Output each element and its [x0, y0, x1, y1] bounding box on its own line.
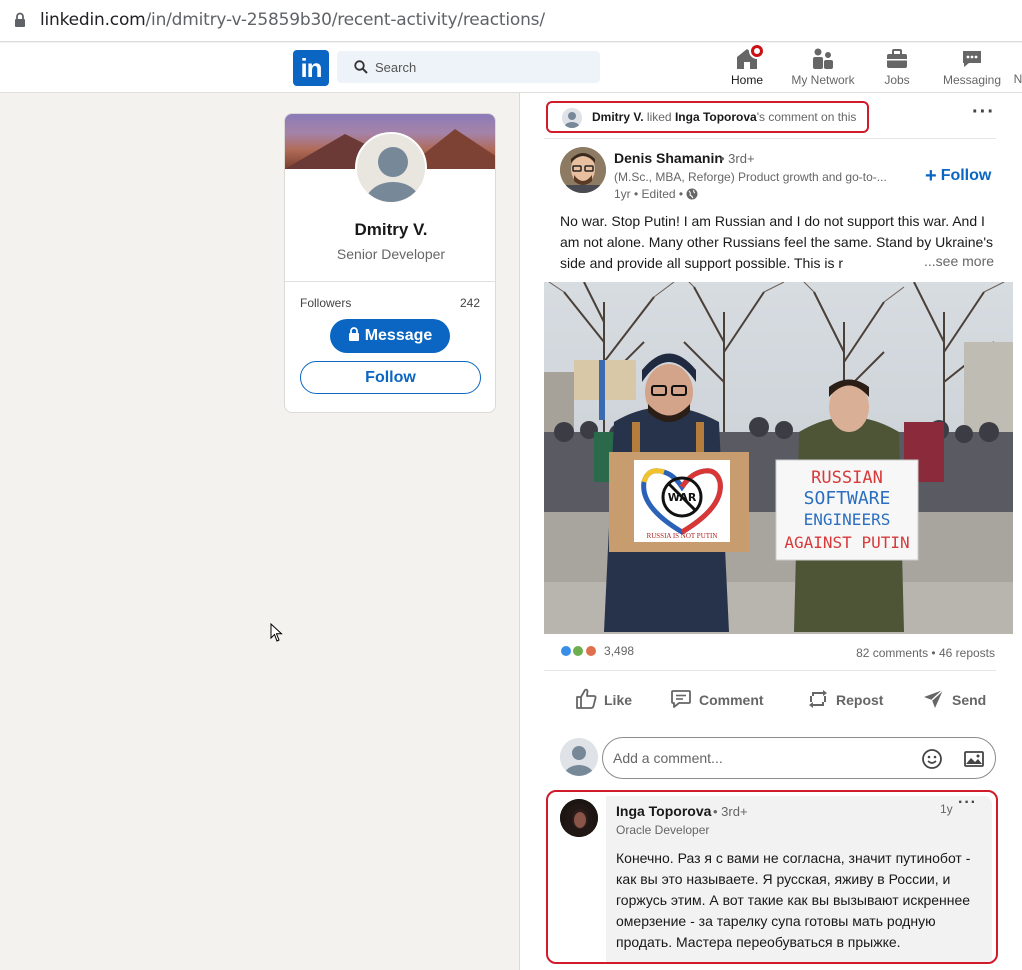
current-user-avatar[interactable]	[560, 738, 598, 776]
nav-messaging[interactable]: Messaging	[940, 45, 1004, 87]
profile-avatar[interactable]	[355, 132, 427, 204]
repost-label: Repost	[836, 692, 884, 708]
comment-input[interactable]: Add a comment...	[602, 737, 996, 779]
more-options-icon[interactable]: ···	[972, 101, 995, 124]
nav-my-network[interactable]: My Network	[786, 45, 860, 87]
nav-notifications-cut[interactable]: N	[1012, 72, 1022, 86]
profile-card: Dmitry V. Senior Developer Followers 242…	[284, 113, 496, 413]
search-placeholder: Search	[375, 60, 417, 75]
sign-left-caption: RUSSIA IS NOT PUTIN	[647, 532, 718, 540]
activity-feed: Dmitry V. liked Inga Toporova's comment …	[519, 93, 1022, 970]
message-button-label: Message	[364, 327, 433, 344]
divider	[544, 670, 996, 671]
search-icon	[354, 60, 368, 74]
linkedin-logo[interactable]: in	[293, 50, 329, 86]
activity-description: Dmitry V. liked Inga Toporova's comment …	[592, 110, 856, 124]
url-text[interactable]: linkedin.com/in/dmitry-v-25859b30/recent…	[40, 10, 545, 30]
author-avatar[interactable]	[560, 147, 606, 193]
reactions-summary[interactable]: 3,498	[560, 644, 634, 658]
sign-right-line-3: ENGINEERS	[804, 510, 891, 529]
plus-icon: +	[925, 165, 937, 187]
image-icon[interactable]	[963, 748, 985, 770]
followers-label: Followers	[300, 296, 352, 310]
profile-name[interactable]: Dmitry V.	[285, 220, 495, 240]
commenter-avatar[interactable]	[560, 799, 598, 837]
activity-target[interactable]: Inga Toporova	[675, 110, 757, 124]
reactions-count: 3,498	[604, 644, 635, 658]
follow-button[interactable]: Follow	[300, 361, 481, 394]
profile-title: Senior Developer	[336, 246, 446, 262]
see-more-link[interactable]: ...see more	[920, 253, 995, 269]
activity-header: Dmitry V. liked Inga Toporova's comment …	[546, 101, 869, 133]
divider	[285, 281, 495, 282]
celebrate-reaction-icon	[572, 645, 585, 657]
messaging-icon	[960, 47, 984, 71]
message-button[interactable]: Message	[330, 319, 450, 353]
comment-icon	[671, 690, 691, 708]
like-label: Like	[604, 692, 633, 708]
comment-bubble: Inga Toporova • 3rd+ 1y ··· Oracle Devel…	[606, 794, 992, 962]
comment-time: 1y	[940, 802, 953, 816]
love-reaction-icon	[584, 645, 597, 657]
activity-actor[interactable]: Dmitry V.	[592, 110, 644, 124]
nav-jobs[interactable]: Jobs	[880, 45, 914, 87]
search-bar[interactable]: Search	[337, 51, 600, 83]
comment-label: Comment	[699, 692, 764, 708]
default-avatar-icon	[357, 134, 425, 202]
connection-degree: • 3rd+	[720, 151, 755, 166]
send-button[interactable]: Send	[922, 687, 986, 711]
sign-right-line-4: AGAINST PUTIN	[784, 533, 909, 552]
comment-placeholder: Add a comment...	[613, 750, 723, 766]
top-nav: in Search Home My Network Jobs Messaging…	[0, 43, 1022, 93]
nav-messaging-label: Messaging	[942, 73, 1002, 87]
author-name[interactable]: Denis Shamanin	[614, 150, 723, 166]
follow-author-label: Follow	[940, 167, 992, 184]
divider	[544, 138, 996, 139]
like-button[interactable]: Like	[574, 687, 632, 711]
activity-suffix: 's comment on this	[756, 110, 857, 124]
sign-left-word: WAR	[668, 491, 697, 504]
send-icon	[924, 689, 944, 708]
nav-jobs-label: Jobs	[884, 73, 910, 87]
mouse-cursor-icon	[270, 623, 283, 642]
url-host: linkedin.com	[40, 10, 146, 30]
globe-icon	[686, 188, 698, 200]
nav-notifications-label: N	[1013, 72, 1022, 86]
author-headline: (M.Sc., MBA, Reforge) Product growth and…	[614, 170, 887, 184]
repost-icon	[809, 690, 827, 708]
follow-author-button[interactable]: + Follow	[925, 165, 991, 188]
nav-home[interactable]: Home	[727, 43, 767, 87]
emoji-icon[interactable]	[921, 748, 943, 770]
nav-home-label: Home	[730, 73, 763, 87]
repost-button[interactable]: Repost	[806, 687, 883, 711]
lock-icon	[15, 12, 25, 27]
post-time: 1yr • Edited •	[614, 187, 684, 201]
actor-avatar[interactable]	[562, 108, 582, 128]
url-path: /in/dmitry-v-25859b30/recent-activity/re…	[145, 10, 546, 30]
commenter-headline: Oracle Developer	[616, 823, 710, 837]
comment-text: Конечно. Раз я с вами не согласна, значи…	[616, 850, 971, 950]
commenter-name[interactable]: Inga Toporova	[616, 803, 711, 819]
post-image[interactable]: WAR RUSSIA IS NOT PUTIN RUSSIAN SOFTWARE…	[544, 282, 1013, 634]
sign-right-line-2: SOFTWARE	[804, 488, 891, 509]
followers-count: 242	[459, 296, 480, 310]
notification-badge	[749, 43, 765, 59]
network-icon	[811, 47, 835, 71]
nav-my-network-label: My Network	[791, 73, 855, 87]
briefcase-icon	[885, 47, 909, 71]
address-bar[interactable]: linkedin.com/in/dmitry-v-25859b30/recent…	[0, 0, 1022, 42]
home-icon	[735, 43, 765, 71]
like-reaction-icon	[560, 645, 572, 657]
sign-right-line-1: RUSSIAN	[811, 468, 883, 488]
comments-reposts-count[interactable]: 82 comments • 46 reposts	[856, 646, 995, 660]
send-label: Send	[952, 692, 987, 708]
lock-icon	[348, 327, 359, 341]
activity-verb: liked	[643, 110, 675, 124]
post-meta: 1yr • Edited •	[614, 187, 698, 201]
highlighted-comment: Inga Toporova • 3rd+ 1y ··· Oracle Devel…	[546, 790, 998, 964]
thumbs-up-icon	[576, 688, 597, 709]
comment-more-options-icon[interactable]: ···	[958, 794, 977, 812]
comment-button[interactable]: Comment	[669, 687, 764, 711]
commenter-degree: • 3rd+	[713, 804, 748, 819]
